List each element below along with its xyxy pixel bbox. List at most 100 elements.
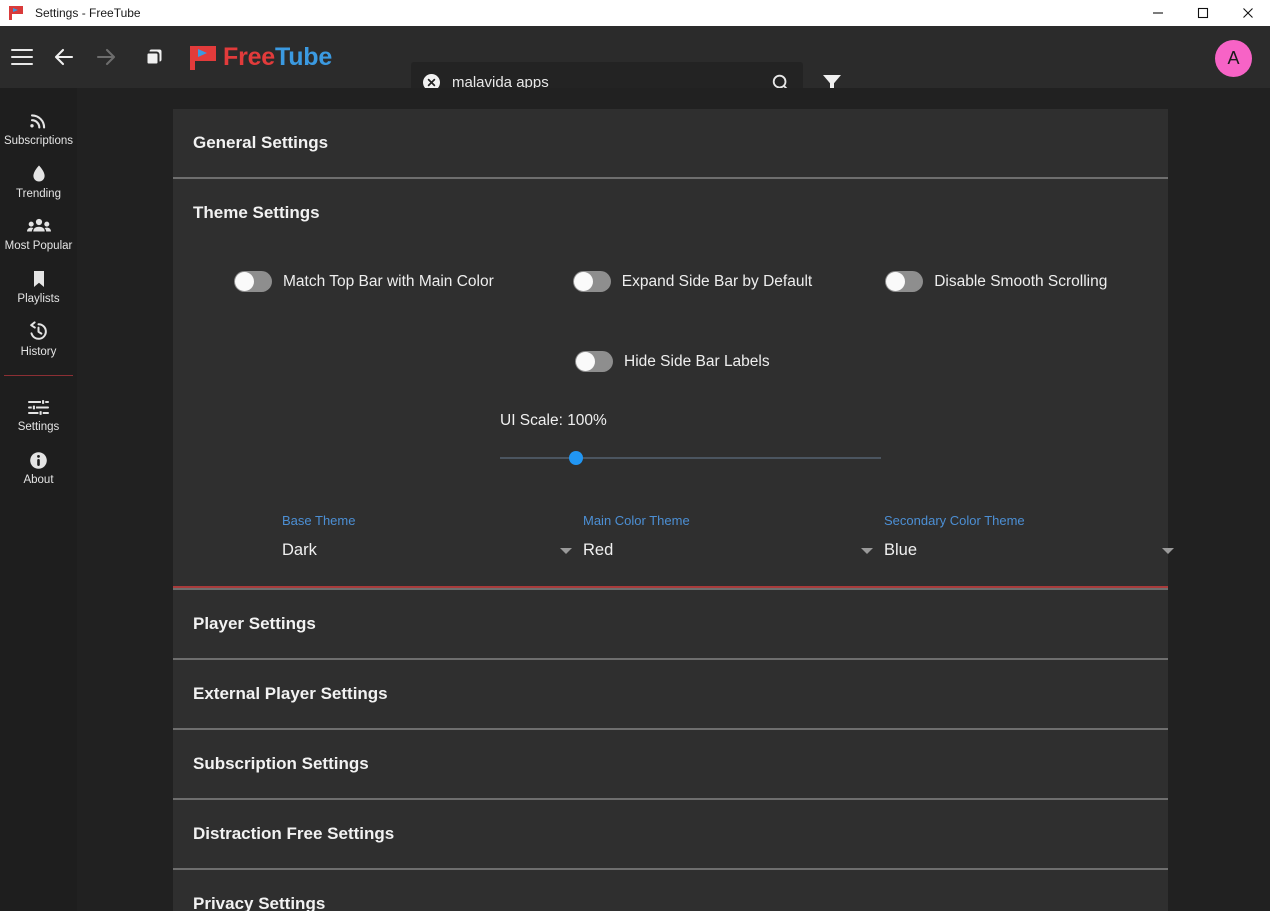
theme-toggle-row-secondary: Hide Side Bar Labels bbox=[193, 351, 1148, 372]
settings-section-privacy: Privacy Settings bbox=[173, 868, 1168, 911]
toggle-label: Disable Smooth Scrolling bbox=[934, 272, 1108, 290]
toggle-label: Match Top Bar with Main Color bbox=[283, 272, 494, 290]
settings-section-general: General Settings bbox=[173, 109, 1168, 177]
window-title: Settings - FreeTube bbox=[35, 6, 141, 20]
slider-track bbox=[500, 457, 881, 459]
maximize-icon bbox=[1197, 7, 1208, 19]
close-button[interactable] bbox=[1225, 0, 1270, 26]
copy-icon bbox=[145, 49, 162, 66]
toggle-disable-smooth-scrolling[interactable]: Disable Smooth Scrolling bbox=[885, 271, 1107, 292]
bookmark-icon bbox=[29, 267, 49, 289]
sidebar-item-about[interactable]: About bbox=[0, 441, 77, 494]
dropdown-label: Base Theme bbox=[282, 513, 356, 528]
dropdown-value: Dark bbox=[282, 541, 317, 559]
close-circle-icon bbox=[427, 78, 436, 87]
back-button[interactable] bbox=[46, 39, 82, 75]
sidebar-item-subscriptions[interactable]: Subscriptions bbox=[0, 102, 77, 155]
window-controls bbox=[1135, 0, 1270, 26]
sidebar-label: Playlists bbox=[17, 292, 60, 305]
chevron-down-icon bbox=[560, 547, 572, 554]
section-header-general[interactable]: General Settings bbox=[173, 109, 1168, 177]
arrow-right-icon bbox=[96, 48, 116, 66]
minimize-button[interactable] bbox=[1135, 0, 1180, 26]
toggle-expand-side-bar[interactable]: Expand Side Bar by Default bbox=[572, 271, 813, 292]
settings-content-area: General Settings Theme Settings Match To… bbox=[77, 88, 1270, 911]
settings-section-player: Player Settings bbox=[173, 588, 1168, 658]
new-window-button[interactable] bbox=[136, 39, 172, 75]
rss-icon bbox=[29, 109, 49, 131]
ui-scale-slider[interactable] bbox=[500, 451, 881, 465]
toggle-switch[interactable] bbox=[575, 351, 613, 372]
settings-section-theme: Theme Settings Match Top Bar with Main C… bbox=[173, 177, 1174, 588]
dropdown-secondary-color-theme: Secondary Color Theme Blue bbox=[884, 513, 1185, 560]
brand-logo[interactable]: FreeTube bbox=[190, 43, 332, 72]
dropdown-value: Blue bbox=[884, 541, 918, 559]
info-icon bbox=[29, 448, 48, 470]
close-icon bbox=[1242, 8, 1253, 18]
toggle-label: Expand Side Bar by Default bbox=[621, 272, 813, 290]
dropdown-base-theme: Base Theme Dark bbox=[282, 513, 583, 560]
settings-section-subscription: Subscription Settings bbox=[173, 728, 1168, 798]
toggle-label: Hide Side Bar Labels bbox=[624, 352, 770, 370]
brand-text-tube: Tube bbox=[275, 42, 333, 71]
dropdown-value: Red bbox=[583, 541, 614, 559]
sidebar-label: Most Popular bbox=[4, 240, 73, 253]
sliders-icon bbox=[28, 395, 49, 417]
sidebar-navigation: Subscriptions Trending Most Popular Play… bbox=[0, 88, 77, 911]
dropdown-field[interactable]: Blue bbox=[884, 541, 1185, 560]
toggle-switch[interactable] bbox=[234, 271, 272, 292]
sidebar-item-settings[interactable]: Settings bbox=[0, 388, 77, 441]
profile-avatar[interactable]: A bbox=[1215, 40, 1252, 77]
toggle-switch[interactable] bbox=[885, 271, 924, 292]
sidebar-item-most-popular[interactable]: Most Popular bbox=[0, 207, 77, 260]
sidebar-item-trending[interactable]: Trending bbox=[0, 155, 77, 208]
slider-thumb[interactable] bbox=[569, 451, 584, 465]
dropdown-main-color-theme: Main Color Theme Red bbox=[583, 513, 884, 560]
sidebar-label: Trending bbox=[16, 187, 61, 200]
sidebar-label: About bbox=[23, 473, 54, 486]
top-navigation-bar: FreeTube A bbox=[0, 26, 1270, 103]
dropdown-field[interactable]: Dark bbox=[282, 541, 583, 560]
brand-text-free: Free bbox=[223, 42, 276, 71]
section-header-external-player[interactable]: External Player Settings bbox=[173, 660, 1168, 728]
toggle-switch[interactable] bbox=[572, 271, 611, 292]
section-header-theme[interactable]: Theme Settings bbox=[173, 179, 1168, 245]
toggle-match-top-bar[interactable]: Match Top Bar with Main Color bbox=[234, 271, 494, 292]
app-logo-icon bbox=[9, 5, 25, 21]
dropdown-label: Main Color Theme bbox=[583, 513, 690, 528]
brand-wordmark: FreeTube bbox=[223, 43, 332, 72]
ui-scale-block: UI Scale: 100% bbox=[193, 412, 1148, 465]
dropdown-field[interactable]: Red bbox=[583, 541, 884, 560]
flame-icon bbox=[29, 162, 49, 184]
sidebar-item-history[interactable]: History bbox=[0, 313, 77, 366]
sidebar-divider bbox=[4, 375, 73, 377]
theme-dropdown-row: Base Theme Dark Main Color Theme Red Sec… bbox=[193, 513, 1174, 560]
sidebar-label: History bbox=[20, 345, 57, 358]
theme-settings-body: Match Top Bar with Main Color Expand Sid… bbox=[173, 245, 1174, 588]
settings-card: General Settings Theme Settings Match To… bbox=[173, 109, 1174, 911]
section-header-subscription[interactable]: Subscription Settings bbox=[173, 730, 1168, 798]
avatar-initial: A bbox=[1227, 48, 1240, 68]
freetube-flag-icon bbox=[190, 44, 217, 71]
minimize-icon bbox=[1152, 12, 1163, 14]
sidebar-item-playlists[interactable]: Playlists bbox=[0, 260, 77, 313]
section-header-player[interactable]: Player Settings bbox=[173, 590, 1168, 658]
history-icon bbox=[28, 320, 49, 342]
chevron-down-icon bbox=[861, 547, 873, 554]
toggle-hide-side-bar-labels[interactable]: Hide Side Bar Labels bbox=[575, 351, 770, 372]
window-title-bar: Settings - FreeTube bbox=[0, 0, 1270, 26]
settings-section-external-player: External Player Settings bbox=[173, 658, 1168, 728]
arrow-left-icon bbox=[54, 48, 74, 66]
hamburger-icon bbox=[11, 48, 33, 66]
ui-scale-label: UI Scale: 100% bbox=[500, 412, 607, 429]
forward-button[interactable] bbox=[88, 39, 124, 75]
people-icon bbox=[26, 214, 51, 236]
settings-section-distraction-free: Distraction Free Settings bbox=[173, 798, 1168, 868]
menu-toggle-button[interactable] bbox=[4, 39, 40, 75]
section-header-privacy[interactable]: Privacy Settings bbox=[173, 870, 1168, 911]
dropdown-label: Secondary Color Theme bbox=[884, 513, 1025, 528]
sidebar-label: Subscriptions bbox=[3, 135, 74, 147]
maximize-button[interactable] bbox=[1180, 0, 1225, 26]
section-header-distraction-free[interactable]: Distraction Free Settings bbox=[173, 800, 1168, 868]
chevron-down-icon bbox=[1162, 547, 1174, 554]
